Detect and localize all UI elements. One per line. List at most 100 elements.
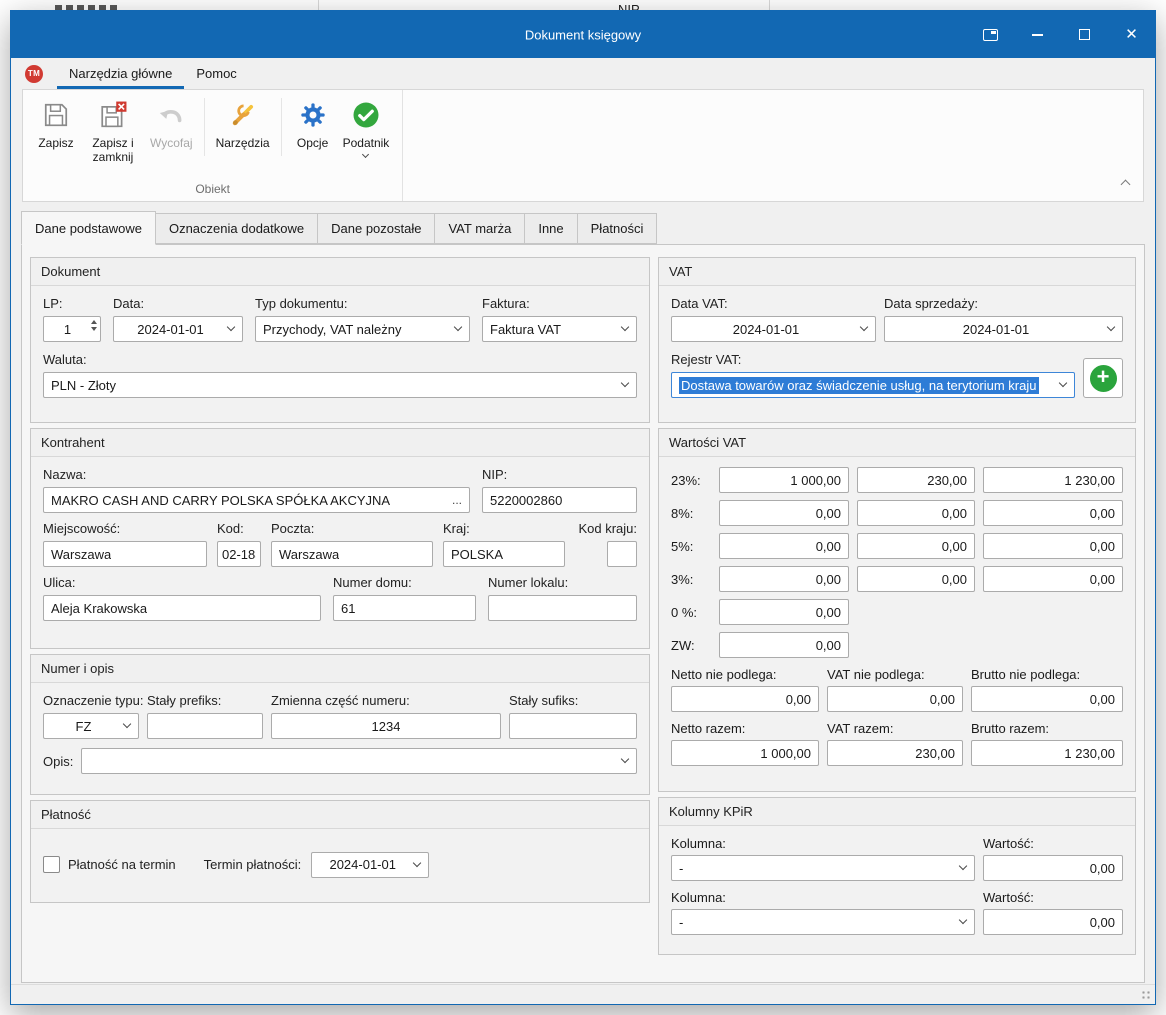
tools-button[interactable]: Narzędzia	[211, 94, 275, 166]
data-vat-combobox[interactable]: 2024-01-01	[671, 316, 876, 342]
vat-rate-row: 5%: 0,00 0,00 0,00	[671, 533, 1123, 559]
minimize-button[interactable]	[1014, 11, 1061, 58]
maximize-button[interactable]	[1061, 11, 1108, 58]
vat-netto-input[interactable]: 0,00	[719, 632, 849, 658]
staly-sufiks-input[interactable]	[509, 713, 637, 739]
chevron-down-icon	[621, 323, 629, 331]
vat-rate-row: 23%: 1 000,00 230,00 1 230,00	[671, 467, 1123, 493]
plus-icon: +	[1090, 365, 1117, 392]
options-button[interactable]: Opcje	[288, 94, 338, 166]
brutto-razem-input[interactable]: 1 230,00	[971, 740, 1123, 766]
tab-dane-podstawowe[interactable]: Dane podstawowe	[21, 211, 156, 245]
close-button[interactable]: ✕	[1108, 11, 1155, 58]
faktura-combobox[interactable]: Faktura VAT	[482, 316, 637, 342]
netto-nie-podlega-label: Netto nie podlega:	[671, 667, 827, 682]
kolumna-combobox[interactable]: -	[671, 909, 975, 935]
termin-platnosci-combobox[interactable]: 2024-01-01	[311, 852, 429, 878]
add-vat-register-button[interactable]: +	[1083, 358, 1123, 398]
group-caption: Płatność	[31, 801, 649, 829]
vat-kwota-input[interactable]: 230,00	[857, 467, 975, 493]
resize-grip[interactable]	[1140, 989, 1151, 1000]
wartosc-input[interactable]: 0,00	[983, 855, 1123, 881]
chevron-down-icon	[959, 862, 967, 870]
staly-prefiks-input[interactable]	[147, 713, 263, 739]
tab-oznaczenia-dodatkowe[interactable]: Oznaczenia dodatkowe	[156, 213, 318, 244]
group-kontrahent: Kontrahent Nazwa: MAKRO CASH AND CARRY P…	[30, 428, 650, 649]
tab-dane-pozostale[interactable]: Dane pozostałe	[318, 213, 435, 244]
kod-kraju-input[interactable]	[607, 541, 637, 567]
group-caption: Dokument	[31, 258, 649, 286]
kraj-label: Kraj:	[443, 521, 565, 536]
brutto-nie-podlega-label: Brutto nie podlega:	[971, 667, 1123, 682]
lp-spinner[interactable]: 1	[43, 316, 101, 342]
vat-nie-podlega-input[interactable]: 0,00	[827, 686, 963, 712]
ulica-input[interactable]: Aleja Krakowska	[43, 595, 321, 621]
kod-input[interactable]: 02-183	[217, 541, 261, 567]
tab-platnosci[interactable]: Płatności	[578, 213, 658, 244]
vat-kwota-input[interactable]: 0,00	[857, 500, 975, 526]
window-title: Dokument księgowy	[525, 27, 641, 42]
netto-razem-input[interactable]: 1 000,00	[671, 740, 819, 766]
vat-netto-input[interactable]: 0,00	[719, 533, 849, 559]
vat-brutto-input[interactable]: 1 230,00	[983, 467, 1123, 493]
typ-dokumentu-combobox[interactable]: Przychody, VAT należny	[255, 316, 470, 342]
titlebar[interactable]: Dokument księgowy ✕	[11, 11, 1155, 58]
netto-razem-label: Netto razem:	[671, 721, 827, 736]
ribbon-separator	[281, 98, 282, 156]
menu-tab-pomoc[interactable]: Pomoc	[184, 58, 248, 89]
vat-razem-input[interactable]: 230,00	[827, 740, 963, 766]
wartosc-input[interactable]: 0,00	[983, 909, 1123, 935]
opis-combobox[interactable]	[81, 748, 637, 774]
chevron-down-icon	[959, 916, 967, 924]
spinner-arrows[interactable]	[91, 320, 97, 331]
poczta-input[interactable]: Warszawa	[271, 541, 433, 567]
ribbon-collapse-button[interactable]	[1122, 176, 1129, 191]
numer-lokalu-input[interactable]	[488, 595, 637, 621]
options-gear-icon	[299, 99, 327, 131]
data-vat-label: Data VAT:	[671, 296, 876, 311]
vat-kwota-input[interactable]: 0,00	[857, 533, 975, 559]
numer-domu-input[interactable]: 61	[333, 595, 476, 621]
brutto-nie-podlega-input[interactable]: 0,00	[971, 686, 1123, 712]
miejscowosc-input[interactable]: Warszawa	[43, 541, 207, 567]
vat-kwota-input[interactable]: 0,00	[857, 566, 975, 592]
kraj-input[interactable]: POLSKA	[443, 541, 565, 567]
vat-rate-label: 3%:	[671, 572, 719, 587]
minimize-icon	[1032, 34, 1043, 36]
nazwa-input[interactable]: MAKRO CASH AND CARRY POLSKA SPÓŁKA AKCYJ…	[43, 487, 470, 513]
save-and-close-button[interactable]: Zapisz i zamknij	[81, 94, 145, 166]
window-layout-button[interactable]	[967, 11, 1014, 58]
vat-netto-input[interactable]: 0,00	[719, 500, 849, 526]
tab-inne[interactable]: Inne	[525, 213, 577, 244]
nip-input[interactable]: 5220002860	[482, 487, 637, 513]
app-logo[interactable]: TM	[25, 65, 43, 83]
data-combobox[interactable]: 2024-01-01	[113, 316, 243, 342]
rejestr-vat-combobox[interactable]: Dostawa towarów oraz świadczenie usług, …	[671, 372, 1075, 398]
kolumna-combobox[interactable]: -	[671, 855, 975, 881]
spinner-up-icon[interactable]	[91, 320, 97, 324]
platnosc-na-termin-checkbox[interactable]	[43, 856, 60, 873]
menu-tab-narzedzia-glowne[interactable]: Narzędzia główne	[57, 58, 184, 89]
ribbon-group-obiekt: Zapisz Zapisz i zamknij	[23, 90, 403, 201]
vat-netto-input[interactable]: 1 000,00	[719, 467, 849, 493]
faktura-label: Faktura:	[482, 296, 637, 311]
netto-nie-podlega-input[interactable]: 0,00	[671, 686, 819, 712]
taxpayer-button[interactable]: Podatnik	[338, 94, 395, 166]
waluta-combobox[interactable]: PLN - Złoty	[43, 372, 637, 398]
opis-label: Opis:	[43, 754, 73, 769]
vat-rate-label: ZW:	[671, 638, 719, 653]
vat-brutto-input[interactable]: 0,00	[983, 566, 1123, 592]
statusbar	[11, 984, 1155, 1004]
vat-netto-input[interactable]: 0,00	[719, 566, 849, 592]
vat-brutto-input[interactable]: 0,00	[983, 533, 1123, 559]
vat-brutto-input[interactable]: 0,00	[983, 500, 1123, 526]
zmienna-czesc-numeru-input[interactable]: 1234	[271, 713, 501, 739]
vat-netto-input[interactable]: 0,00	[719, 599, 849, 625]
data-sprzedazy-combobox[interactable]: 2024-01-01	[884, 316, 1123, 342]
spinner-down-icon[interactable]	[91, 327, 97, 331]
tab-vat-marza[interactable]: VAT marża	[435, 213, 525, 244]
oznaczenie-typu-combobox[interactable]: FZ	[43, 713, 139, 739]
save-button[interactable]: Zapisz	[31, 94, 81, 166]
wartosc-label: Wartość:	[983, 890, 1123, 905]
browse-contractor-button[interactable]: ...	[446, 493, 462, 507]
